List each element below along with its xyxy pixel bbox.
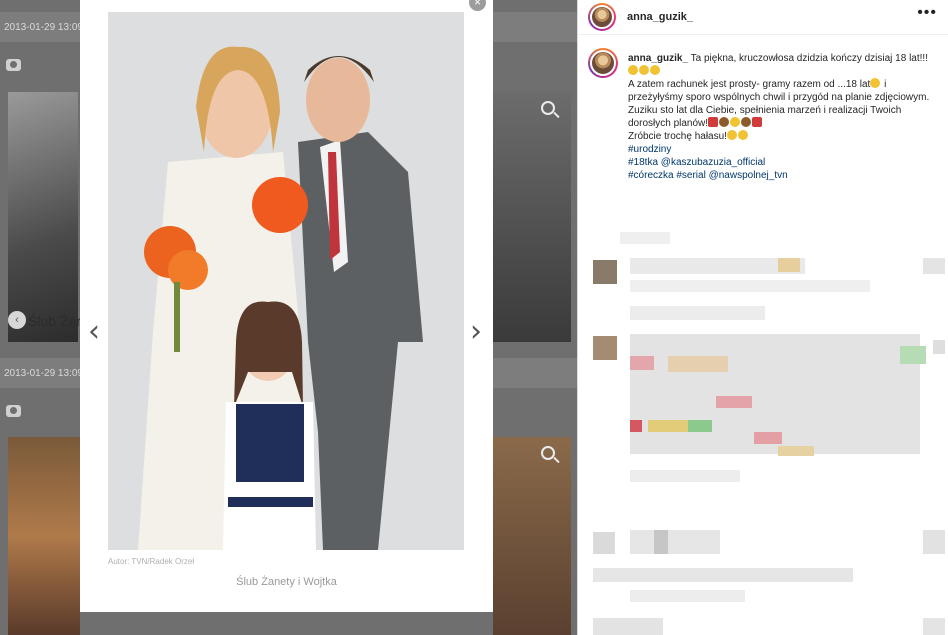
gallery-background: 2013-01-29 13:09 ‹ Ślub Żanet 2013-01-29… [0,0,577,635]
thumbs-up-emoji-icon [737,130,748,140]
emoji-icon [726,130,737,140]
chevron-left-icon[interactable]: ‹ [8,311,26,329]
prev-photo-button[interactable]: ‹ [88,317,100,347]
hashtag-line-1[interactable]: #urodziny [628,143,938,156]
caption-line-2: A zatem rachunek jest prosty- gramy raze… [628,79,871,90]
caption-line-4: Zuziku sto lat dla Ciebie, spełnienia ma… [628,105,902,129]
post-caption: anna_guzik_ Ta piękna, kruczowłosa dzidz… [628,52,938,182]
header-username[interactable]: anna_guzik_ [627,11,693,23]
gallery-date-2: 2013-01-29 13:09 [4,368,83,379]
caption-line-5: Zróbcie trochę hałasu! [628,131,727,142]
zoom-icon[interactable] [541,446,555,460]
thumbnail-right[interactable] [493,92,571,342]
emoji-icon [639,65,649,75]
post-header: anna_guzik_ ••• [578,0,948,35]
instagram-post-panel: anna_guzik_ ••• anna_guzik_ Ta piękna, k… [577,0,948,635]
emoji-icon [730,117,741,127]
emoji-icon [628,65,638,75]
heart-emoji-icon [752,117,763,127]
next-photo-button[interactable]: › [470,317,482,347]
wedding-photo [108,12,464,550]
avatar[interactable] [588,3,616,31]
gallery-date: 2013-01-29 13:09 [4,22,83,33]
avatar[interactable] [588,48,618,78]
caption-username[interactable]: anna_guzik_ [628,53,688,64]
emoji-icon [741,117,752,127]
photo-credit: Autor: TVN/Radek Orzeł [108,557,195,566]
thumbnail-left[interactable] [8,92,78,342]
emoji-icon [870,78,881,88]
wedding-photo-image [108,12,464,550]
photo-caption: Ślub Żanety i Wojtka [236,576,337,588]
lightbox: ‹ › Autor: TVN/Radek Orzeł Ślub Żanety i… [80,0,493,612]
photo-pagination[interactable] [265,629,307,635]
camera-icon [6,405,21,417]
thumbnail-right-2[interactable] [493,437,571,635]
hashtag-line-2[interactable]: #18tka @kaszubazuzia_official [628,156,938,169]
rose-emoji-icon [708,117,719,127]
emoji-icon [719,117,730,127]
emoji-icon [650,65,660,75]
zoom-icon[interactable] [541,101,555,115]
caption-line-1: Ta piękna, kruczowłosa dzidzia kończy dz… [690,53,928,64]
more-options-icon[interactable]: ••• [917,4,937,22]
hashtag-line-3[interactable]: #córeczka #serial @nawspolnej_tvn [628,169,938,182]
camera-icon [6,59,21,71]
thumbnail-left-2[interactable] [8,437,80,635]
